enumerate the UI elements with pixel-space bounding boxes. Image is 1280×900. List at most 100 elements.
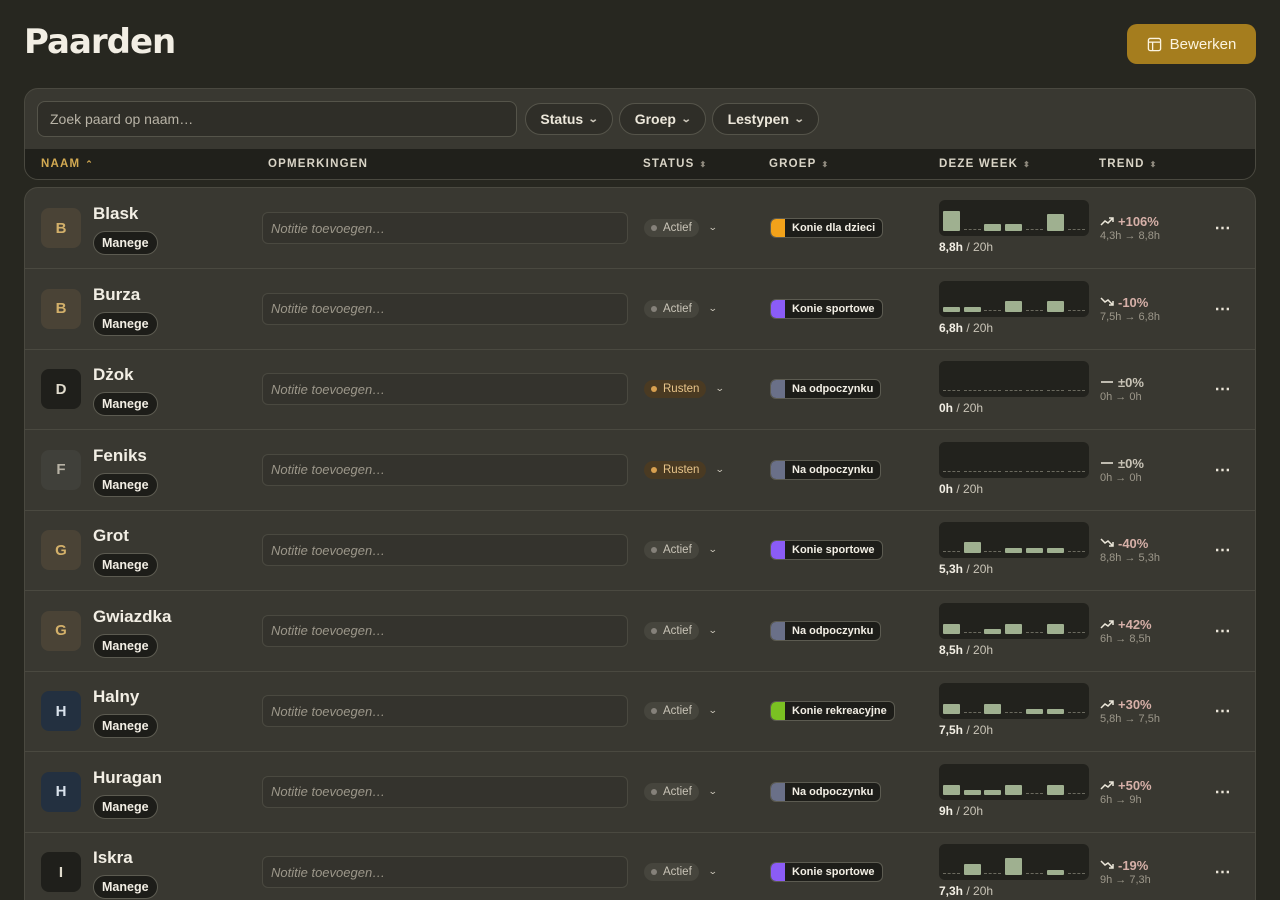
group-badge[interactable]: Konie sportowe (770, 540, 883, 560)
horse-name[interactable]: Halny (93, 687, 139, 707)
group-badge[interactable]: Konie rekreacyjne (770, 701, 895, 721)
note-input[interactable] (262, 373, 628, 405)
week-bar (964, 306, 981, 312)
filter-card: Status ⌄ Groep ⌄ Lestypen ⌄ NAAM ⌃ OPMER… (24, 88, 1256, 180)
group-badge[interactable]: Na odpoczynku (770, 620, 882, 641)
group-swatch (771, 460, 785, 479)
chevron-down-icon: ⌄ (707, 867, 718, 877)
horse-name[interactable]: Dżok (93, 365, 134, 385)
status-filter[interactable]: Status ⌄ (525, 103, 613, 135)
week-chart (939, 441, 1089, 478)
horse-name[interactable]: Blask (93, 204, 138, 224)
note-input[interactable] (262, 534, 628, 566)
more-icon[interactable]: ⋯ (1211, 458, 1235, 482)
trend-detail: 7,5h → 6,8h (1100, 310, 1160, 323)
horse-tag: Manege (93, 553, 158, 577)
status-select[interactable]: Actief ⌄ (644, 541, 717, 559)
week-hours-value: 5,3h (939, 562, 964, 576)
more-icon[interactable]: ⋯ (1211, 860, 1235, 884)
horse-name[interactable]: Burza (93, 285, 140, 305)
trend: +50% 6h → 9h (1100, 778, 1152, 806)
more-icon[interactable]: ⋯ (1211, 297, 1235, 321)
lesson-types-filter[interactable]: Lestypen ⌄ (712, 103, 819, 135)
status-select[interactable]: Actief ⌄ (644, 299, 717, 318)
group-badge[interactable]: Konie dla dzieci (770, 218, 884, 238)
status-select[interactable]: Actief ⌄ (644, 621, 718, 640)
note-input[interactable] (262, 292, 628, 325)
trend-percent: +30% (1100, 697, 1160, 712)
week-hours-target: / 20h (963, 240, 994, 254)
trend: +106% 4,3h → 8,8h (1100, 214, 1160, 242)
note-input[interactable] (262, 695, 628, 727)
group-badge[interactable]: Na odpoczynku (770, 379, 882, 399)
horse-name[interactable]: Grot (93, 526, 129, 546)
edit-button[interactable]: Bewerken (1127, 24, 1256, 64)
avatar: B (41, 208, 81, 248)
more-icon[interactable]: ⋯ (1211, 699, 1235, 723)
horse-name[interactable]: Iskra (93, 848, 133, 868)
note-input[interactable] (262, 775, 628, 808)
more-icon[interactable]: ⋯ (1211, 619, 1235, 643)
status-select[interactable]: Rusten ⌄ (644, 380, 725, 398)
horse-tag: Manege (93, 392, 158, 416)
trend-percent: -40% (1100, 536, 1160, 551)
week-hours: 6,8h / 20h (939, 321, 993, 335)
week-bar (1047, 870, 1064, 875)
column-name[interactable]: NAAM ⌃ (41, 158, 94, 170)
trend-percent: -19% (1100, 858, 1151, 873)
more-icon[interactable]: ⋯ (1211, 216, 1235, 240)
status-dot (651, 788, 657, 795)
week-chart (939, 763, 1089, 800)
group-badge[interactable]: Na odpoczynku (770, 781, 882, 802)
week-bar-empty (964, 712, 981, 714)
horse-name[interactable]: Huragan (93, 768, 162, 788)
group-badge[interactable]: Na odpoczynku (770, 459, 882, 480)
week-chart (939, 602, 1089, 639)
search-input[interactable] (37, 101, 517, 137)
group-swatch (771, 219, 785, 237)
column-this-week[interactable]: DEZE WEEK ⬍ (939, 158, 1030, 170)
column-group[interactable]: GROEP ⬍ (769, 158, 828, 170)
status-select[interactable]: Actief ⌄ (644, 702, 718, 720)
status-dot (651, 627, 657, 634)
horse-name[interactable]: Gwiazdka (93, 607, 171, 627)
status-select[interactable]: Actief ⌄ (644, 219, 717, 237)
column-trend[interactable]: TREND ⬍ (1099, 158, 1156, 170)
avatar: D (41, 369, 81, 409)
week-bar (1005, 224, 1022, 231)
more-icon[interactable]: ⋯ (1211, 377, 1235, 401)
group-swatch (771, 782, 785, 801)
status-select[interactable]: Actief ⌄ (644, 782, 717, 801)
trend-percent: -10% (1100, 295, 1160, 310)
more-icon[interactable]: ⋯ (1211, 780, 1235, 804)
group-badge[interactable]: Konie sportowe (770, 298, 883, 319)
trend-detail: 5,8h → 7,5h (1100, 713, 1160, 725)
chevron-down-icon: ⌄ (707, 625, 718, 636)
note-input[interactable] (262, 212, 628, 244)
chevron-down-icon: ⌄ (793, 113, 805, 125)
group-filter[interactable]: Groep ⌄ (619, 103, 706, 135)
group-label: Na odpoczynku (792, 785, 874, 798)
trend-value: +50% (1118, 777, 1152, 793)
avatar: B (41, 288, 81, 329)
horse-name[interactable]: Feniks (93, 446, 147, 466)
trend: -19% 9h → 7,3h (1100, 858, 1151, 886)
status-label: Actief (663, 302, 692, 315)
note-input[interactable] (262, 614, 628, 647)
trend: +42% 6h → 8,5h (1100, 617, 1152, 645)
status-label: Actief (663, 624, 692, 637)
note-input[interactable] (262, 856, 628, 888)
status-select[interactable]: Rusten ⌄ (644, 460, 725, 479)
week-bar-empty (1026, 792, 1043, 795)
more-icon[interactable]: ⋯ (1211, 538, 1235, 562)
chevron-down-icon: ⌄ (707, 706, 718, 716)
trend-detail: 0h → 0h (1100, 391, 1142, 403)
week-bar-empty (984, 390, 1001, 392)
status-select[interactable]: Actief ⌄ (644, 863, 718, 881)
column-status[interactable]: STATUS ⬍ (643, 158, 706, 170)
avatar: H (41, 771, 81, 812)
week-bar (964, 542, 981, 553)
group-badge[interactable]: Konie sportowe (770, 862, 883, 882)
group-label: Na odpoczynku (792, 624, 874, 637)
note-input[interactable] (262, 453, 628, 486)
